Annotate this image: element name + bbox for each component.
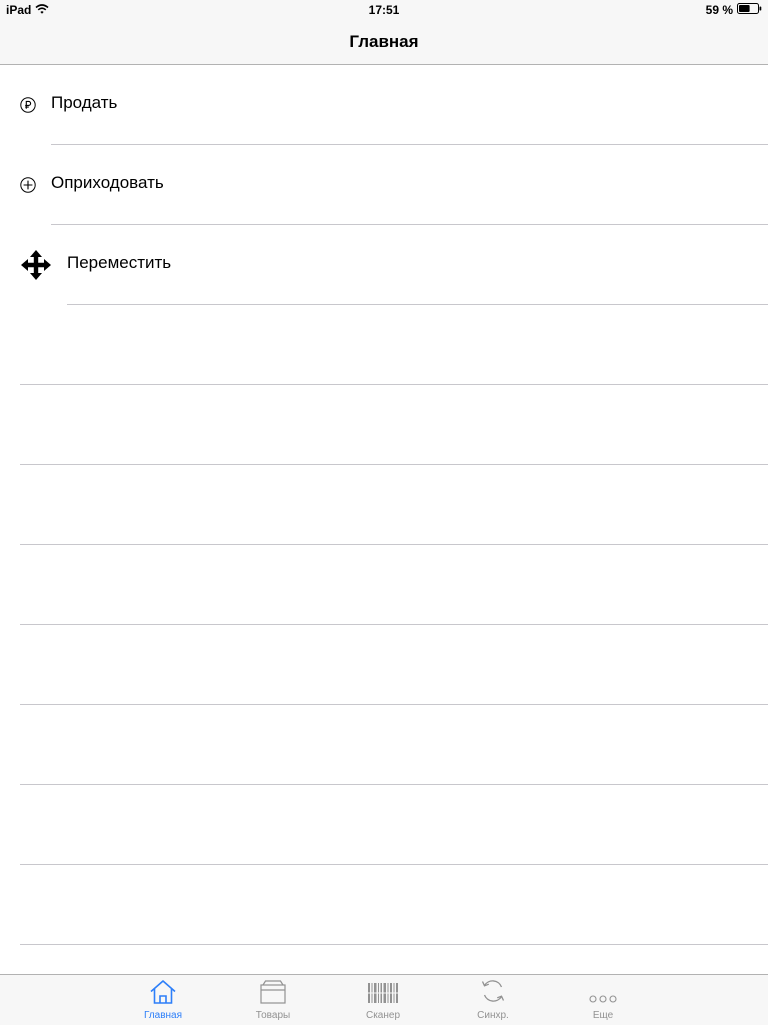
menu-item-receive[interactable]: Оприходовать: [0, 145, 768, 225]
empty-row: [0, 305, 768, 385]
plus-circle-icon: [20, 145, 36, 225]
status-right: 59 %: [706, 3, 762, 17]
tab-label: Товары: [255, 1010, 291, 1021]
tab-label: Главная: [143, 1010, 183, 1021]
status-time: 17:51: [368, 3, 400, 17]
empty-row: [0, 545, 768, 625]
empty-row: [0, 705, 768, 785]
box-icon: [259, 975, 287, 1005]
menu-item-label: Оприходовать: [51, 173, 164, 192]
more-icon: [589, 975, 617, 1005]
status-bar: iPad 17:51 59 %: [0, 0, 768, 20]
empty-row: [0, 865, 768, 945]
tab-label: Сканер: [365, 1010, 401, 1021]
ruble-circle-icon: [20, 65, 36, 145]
main-menu-list: Продать Оприходовать Переместить: [0, 65, 768, 945]
row-separator: [20, 944, 768, 945]
empty-row: [0, 385, 768, 465]
tab-products[interactable]: Товары: [228, 975, 318, 1025]
tab-more[interactable]: Еще: [558, 975, 648, 1025]
tab-label: Синхр.: [477, 1010, 509, 1021]
page-title: Главная: [349, 32, 419, 51]
tab-bar: Главная Товары Сканер Синхр. Еще: [0, 974, 768, 1025]
tab-label: Еще: [592, 1010, 614, 1021]
barcode-icon: [367, 975, 399, 1005]
empty-row: [0, 785, 768, 865]
sync-icon: [479, 975, 507, 1005]
battery-percent: 59 %: [705, 3, 733, 17]
tab-home[interactable]: Главная: [118, 975, 208, 1025]
battery-icon: [737, 3, 762, 17]
empty-row: [0, 625, 768, 705]
menu-item-label: Продать: [51, 93, 118, 112]
move-arrows-icon: [20, 225, 52, 305]
home-icon: [149, 975, 177, 1005]
navigation-bar: Главная: [0, 20, 768, 65]
menu-item-move[interactable]: Переместить: [0, 225, 768, 305]
tab-sync[interactable]: Синхр.: [448, 975, 538, 1025]
empty-row: [0, 465, 768, 545]
menu-item-label: Переместить: [67, 253, 172, 272]
tab-scanner[interactable]: Сканер: [338, 975, 428, 1025]
menu-item-sell[interactable]: Продать: [0, 65, 768, 145]
